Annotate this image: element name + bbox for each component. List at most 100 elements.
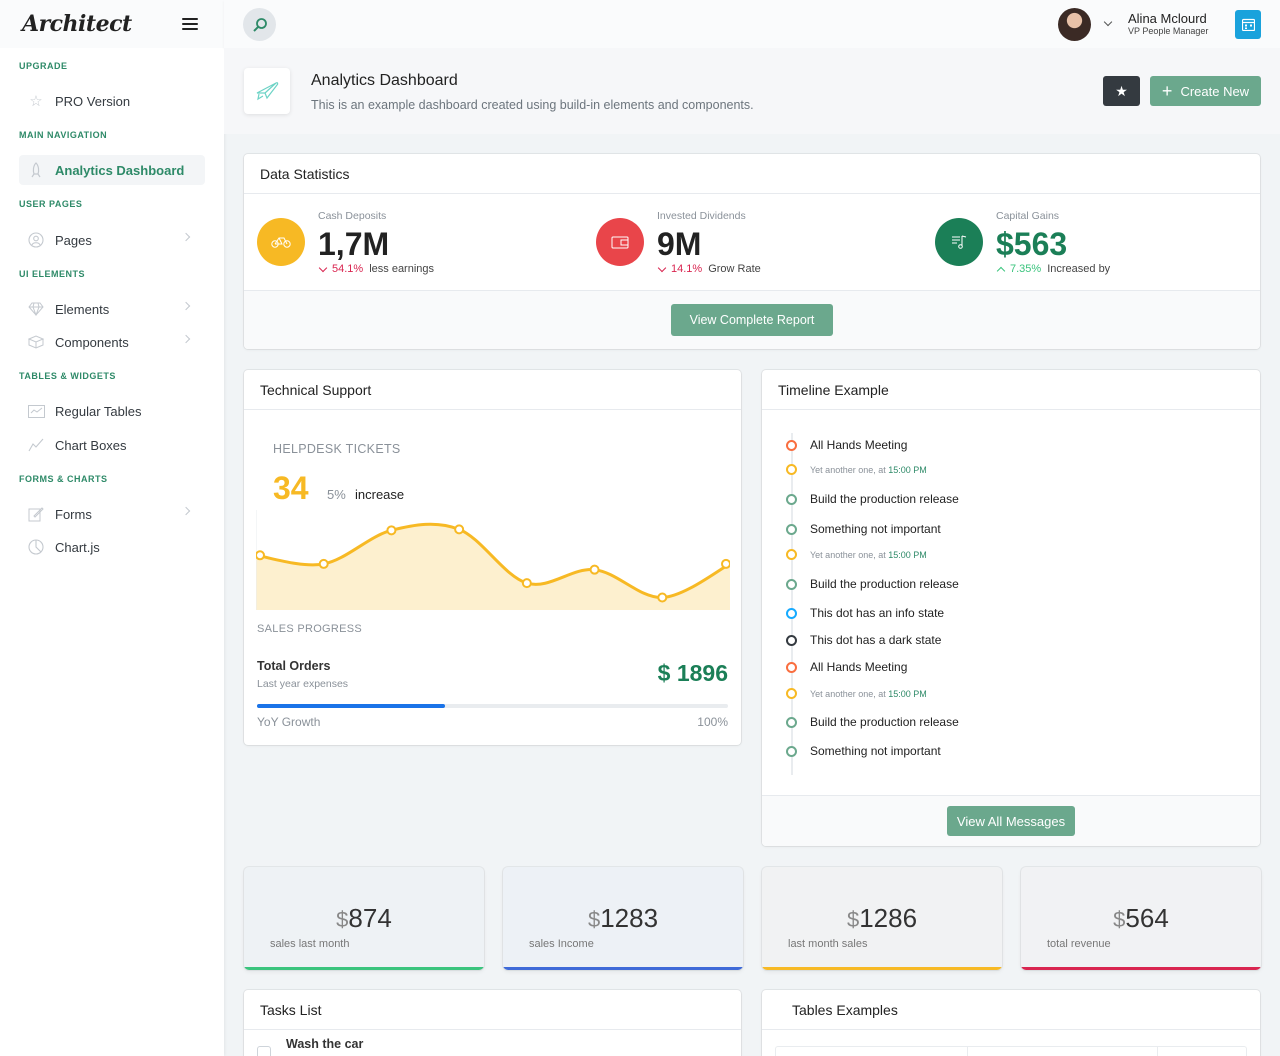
data-statistics-card: Data Statistics Cash Deposits 1,7M 54.1%… [244,154,1260,349]
tickets-count: 34 [273,470,309,506]
nav-heading-upgrade: UPGRADE [19,61,68,71]
logo-row: Architect [0,0,224,48]
sidebar-item-elements[interactable]: Elements [19,294,205,324]
graph-icon [27,436,45,454]
sidebar-item-chart-boxes[interactable]: Chart Boxes [19,430,205,460]
favorite-button[interactable]: ★ [1103,76,1140,106]
stat-value: 9M [657,226,702,262]
growth-progress-fill [257,704,446,708]
widget-sales-income: $1283 sales Income [503,867,743,970]
rocket-icon [27,161,45,179]
timeline-dot-icon [786,523,797,535]
timeline-item: Yet another one, at 15:00 PM [786,549,927,560]
widget-label: last month sales [788,938,868,950]
orders-subtitle: Last year expenses [257,678,349,690]
avatar[interactable] [1058,8,1091,41]
card-title: Tables Examples [762,990,1260,1030]
task-checkbox[interactable] [257,1046,271,1056]
timeline-item: This dot has a dark state [786,633,941,647]
stat-value: 1,7M [318,226,390,262]
widget-accent-bar [244,967,484,970]
sales-progress-label: SALES PROGRESS [257,623,363,635]
card-title: Data Statistics [244,154,1260,194]
tasks-list-card: Tasks List Wash the car [244,990,741,1056]
timeline-text: Yet another one, at 15:00 PM [810,549,927,560]
timeline-item: Something not important [786,744,941,758]
stat-label: Capital Gains [996,210,1060,222]
timeline-text: All Hands Meeting [810,660,908,674]
view-all-messages-button[interactable]: View All Messages [947,806,1075,836]
timeline-text: Something not important [810,522,941,536]
pencil-icon [27,505,45,523]
users-icon [27,231,45,249]
user-name: Alina Mclourd [1128,11,1207,26]
sidebar-item-label: Elements [55,301,110,317]
page-subtitle: This is an example dashboard created usi… [311,98,754,112]
widget-label: sales Income [529,938,594,950]
hamburger-menu-icon[interactable] [182,18,198,30]
sidebar-item-label: Pages [55,232,92,248]
growth-label: YoY Growth [257,715,321,729]
create-new-button[interactable]: + Create New [1150,76,1261,106]
plane-icon [244,68,290,114]
card-title: Tasks List [244,990,741,1030]
stat-label: Cash Deposits [318,210,387,222]
sidebar-item-analytics-dashboard[interactable]: Analytics Dashboard [19,155,205,185]
sidebar-item-label: Chart Boxes [55,437,127,453]
chevron-down-icon[interactable] [1103,17,1113,27]
table-header-row [775,1046,1247,1056]
stat-meta: 54.1% less earnings [318,263,434,275]
chevron-right-icon [181,232,191,242]
sidebar-item-components[interactable]: Components [19,327,205,357]
widget-total-revenue: $564 total revenue [1021,867,1261,970]
box-icon [27,333,45,351]
sidebar-item-label: Components [55,334,129,350]
widget-accent-bar [762,967,1002,970]
timeline-text: Yet another one, at 15:00 PM [810,688,927,699]
card-footer: View All Messages [762,795,1260,846]
widget-label: sales last month [270,938,350,950]
timeline-text: This dot has a dark state [810,633,942,647]
sidebar-item-label: Regular Tables [55,403,142,419]
timeline-dot-icon [786,716,797,728]
pie-icon [27,538,45,556]
view-complete-report-button[interactable]: View Complete Report [671,304,833,336]
timeline-text: Something not important [810,744,941,758]
orders-title: Total Orders [257,659,331,673]
sidebar-item-chartjs[interactable]: Chart.js [19,532,205,562]
arrow-down-icon [657,263,667,272]
technical-support-card: Technical Support HELPDESK TICKETS 34 5%… [244,370,741,745]
arrow-down-icon [318,263,328,272]
sidebar-item-forms[interactable]: Forms [19,499,205,529]
logo[interactable]: Architect [22,11,132,37]
sidebar-item-pro-version[interactable]: ☆ PRO Version [19,86,205,116]
card-title: Technical Support [244,370,741,410]
search-button[interactable] [243,8,276,41]
sidebar-item-pages[interactable]: Pages [19,225,205,255]
chart-point-1 [318,558,329,569]
chart-point-4 [521,578,532,589]
bike-icon [257,218,305,266]
timeline-dot-icon [786,439,797,451]
stat-value: $563 [996,226,1068,262]
sidebar-item-regular-tables[interactable]: Regular Tables [19,396,205,426]
chevron-right-icon [181,334,191,344]
stat-pct: 14.1% [671,263,703,275]
sidebar-item-label: PRO Version [55,93,131,109]
stat-note: less earnings [369,263,435,275]
tables-examples-card: Tables Examples [762,990,1260,1056]
orders-value: $ 1896 [657,660,728,686]
calendar-button[interactable] [1235,10,1261,39]
timeline-dot-icon [786,607,797,619]
stat-meta: 7.35% Increased by [996,263,1110,275]
chart-point-6 [657,592,668,603]
timeline-text: Yet another one, at 15:00 PM [810,464,927,475]
growth-pct: 100% [697,715,728,729]
chevron-right-icon [181,301,191,311]
wallet-icon [596,218,644,266]
page-title: Analytics Dashboard [311,72,458,89]
nav-heading-tables-widgets: TABLES & WIDGETS [19,371,116,381]
timeline-item: Build the production release [786,715,959,729]
timeline-dot-icon [786,493,797,505]
sidebar-item-label: Chart.js [55,539,100,555]
